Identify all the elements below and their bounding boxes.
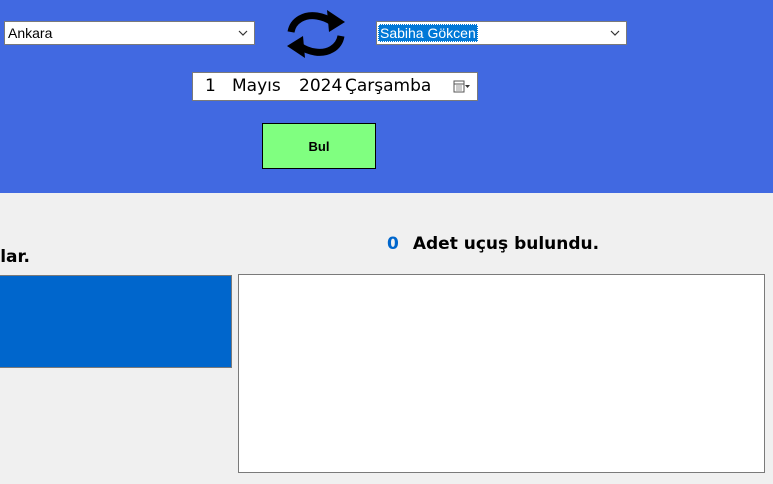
- results-list[interactable]: [238, 274, 765, 473]
- date-month[interactable]: Mayıs: [232, 76, 281, 96]
- from-city-value: Ankara: [8, 25, 53, 41]
- flights-list-label: uşlar.: [0, 247, 30, 267]
- search-header: Ankara Sabiha Gökcen 1 Mayıs 2024 Çarşam…: [0, 0, 773, 193]
- results-count-label: Adet uçuş bulundu.: [412, 234, 600, 254]
- results-count-line: 0 Adet uçuş bulundu.: [387, 234, 599, 254]
- chevron-down-icon[interactable]: [236, 25, 250, 41]
- swap-arrows-icon[interactable]: [281, 8, 351, 60]
- to-airport-select[interactable]: Sabiha Gökcen: [376, 21, 627, 45]
- to-airport-value: Sabiha Gökcen: [378, 24, 478, 42]
- calendar-dropdown-icon[interactable]: [453, 80, 471, 93]
- flight-date-picker[interactable]: 1 Mayıs 2024 Çarşamba: [192, 72, 478, 101]
- find-flights-button[interactable]: Bul: [262, 123, 376, 169]
- flights-list-panel[interactable]: [0, 275, 232, 368]
- results-count: 0: [387, 234, 399, 254]
- app-window: Ankara Sabiha Gökcen 1 Mayıs 2024 Çarşam…: [0, 0, 773, 484]
- chevron-down-icon[interactable]: [608, 25, 622, 41]
- date-year[interactable]: 2024: [299, 76, 342, 96]
- date-day[interactable]: 1: [205, 76, 216, 96]
- date-weekday: Çarşamba: [345, 76, 432, 96]
- from-city-select[interactable]: Ankara: [4, 21, 255, 45]
